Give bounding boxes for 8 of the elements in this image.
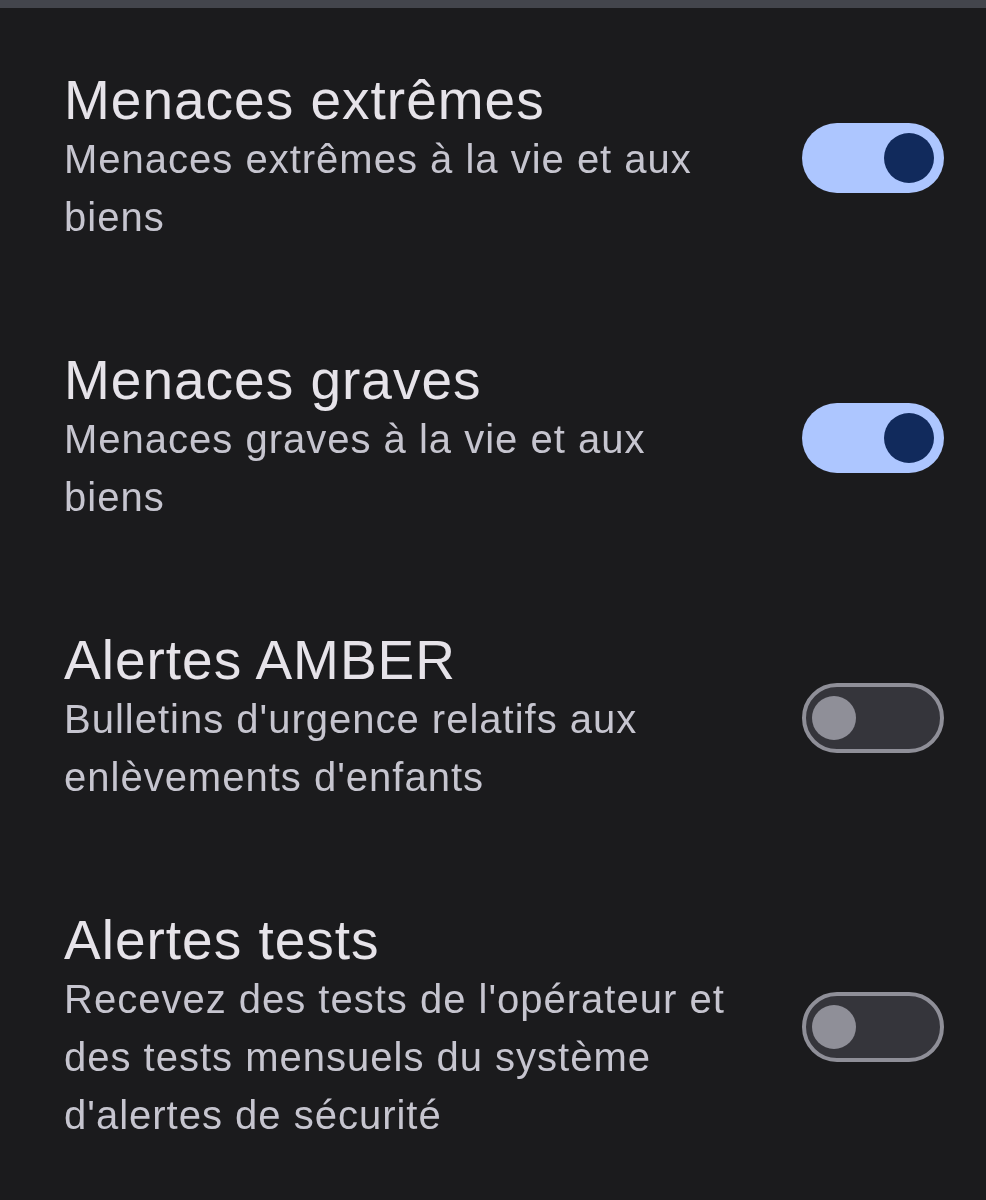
setting-title: Alertes AMBER [64, 630, 457, 690]
setting-description: Menaces extrêmes à la vie et aux biens [64, 136, 693, 241]
setting-title: Menaces graves [64, 350, 483, 410]
setting-title: Alertes tests [64, 910, 381, 970]
setting-description: Recevez des tests de l'opérateur et des tests mensuels du système d'alertes de sécurité [64, 976, 726, 1139]
setting-title: Menaces extrêmes [64, 70, 546, 130]
setting-description: Bulletins d'urgence relatifs aux enlèvements d'enfants [64, 696, 639, 801]
setting-description: Menaces graves à la vie et aux biens [64, 416, 647, 521]
